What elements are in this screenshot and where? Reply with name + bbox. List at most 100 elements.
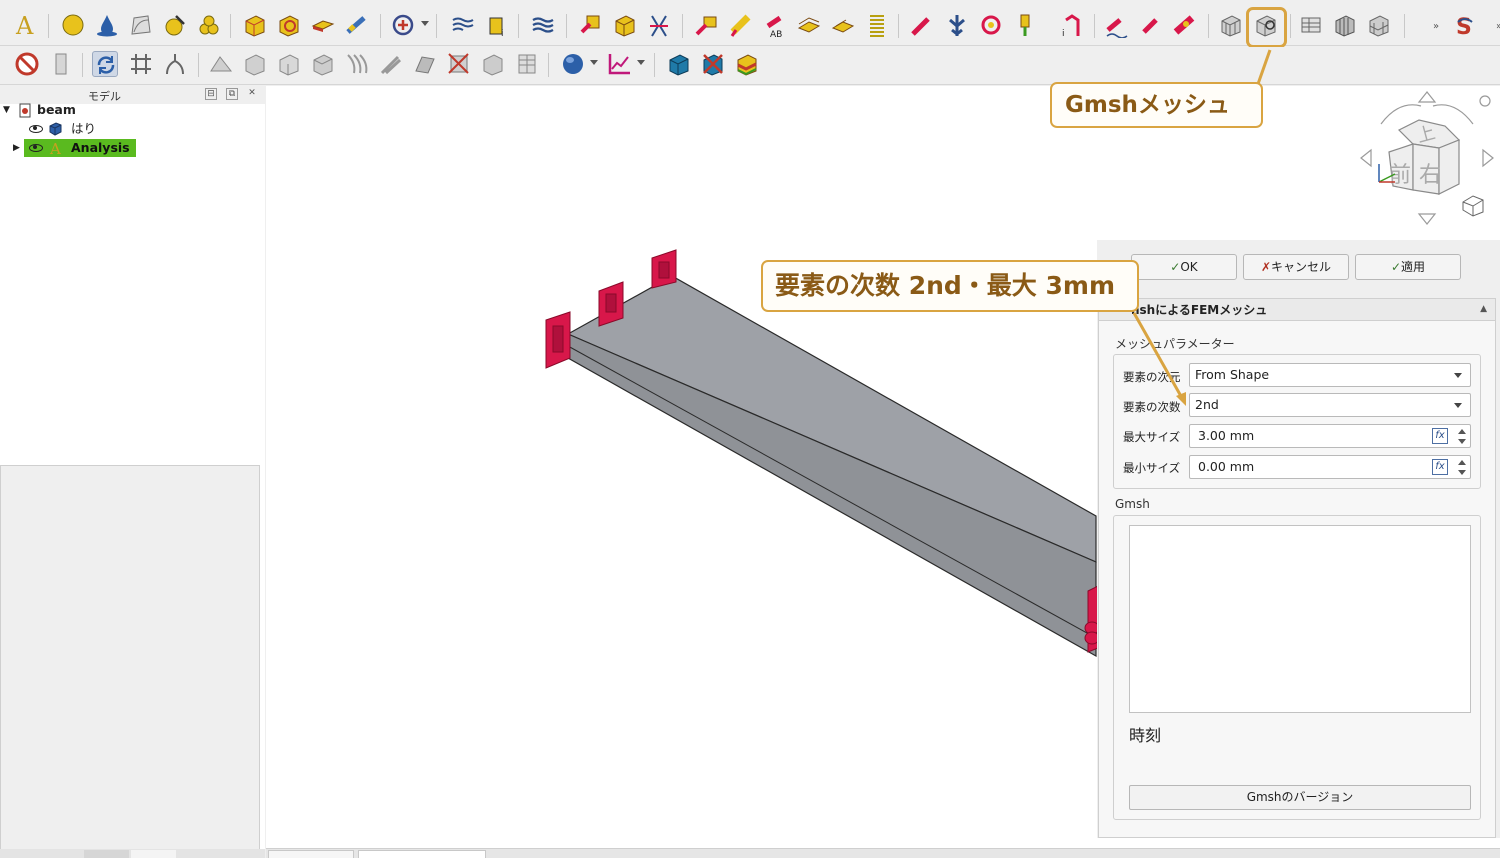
panel-float-icon[interactable]: ⊟ — [205, 88, 217, 100]
constraint-initialtemp-icon[interactable]: i — [1058, 12, 1084, 38]
post-glyph-icon[interactable] — [446, 51, 472, 77]
spin-up-icon[interactable] — [1458, 429, 1466, 434]
navigation-cube[interactable]: 上 前 右 — [1359, 90, 1499, 230]
refresh-icon[interactable] — [92, 51, 118, 77]
collapse-arrow-icon[interactable]: ▶ — [13, 139, 20, 157]
model-tree-title: モデル — [88, 90, 121, 103]
toolbar-overflow-right-icon[interactable]: » — [1487, 12, 1500, 38]
constraint-fixed-icon[interactable] — [578, 12, 604, 38]
plot-icon[interactable] — [606, 51, 632, 77]
branch-icon[interactable] — [162, 51, 188, 77]
analysis-icon: A — [49, 140, 61, 156]
mesh-netgen-icon[interactable] — [1218, 12, 1244, 38]
post-plane-icon[interactable] — [412, 51, 438, 77]
material-reinforced-icon[interactable] — [196, 12, 222, 38]
post-line-icon[interactable] — [378, 51, 404, 77]
min-size-label: 最小サイズ — [1123, 461, 1181, 475]
stop-icon[interactable] — [14, 51, 40, 77]
material-solid-icon[interactable] — [60, 12, 86, 38]
post-contour-icon[interactable] — [480, 51, 506, 77]
constraint-bodyheat-icon[interactable] — [796, 12, 822, 38]
panel-close-icon[interactable]: ✕ — [246, 88, 258, 100]
mesh-boundary-icon[interactable] — [390, 12, 416, 38]
tab-tasks[interactable] — [131, 850, 176, 858]
solid-body-icon — [49, 122, 62, 136]
navcube-right-label: 右 — [1419, 163, 1441, 188]
tree-row-hari[interactable]: はり — [27, 120, 137, 138]
constraint-spring-icon[interactable] — [864, 12, 890, 38]
constraint-pressure-icon[interactable] — [728, 12, 754, 38]
constraint-electrostatic-icon[interactable] — [978, 12, 1004, 38]
constraint-tie-icon[interactable] — [830, 12, 856, 38]
collapse-section-icon[interactable]: ▲ — [1480, 304, 1487, 314]
spin-down-icon[interactable] — [1458, 470, 1466, 475]
analysis-container-icon[interactable]: A — [13, 12, 39, 38]
mesh-region-icon[interactable] — [1298, 12, 1324, 38]
gmsh-output-textarea[interactable] — [1129, 525, 1471, 713]
max-size-input[interactable]: 3.00 mm fx — [1189, 424, 1471, 448]
post-cut-icon[interactable] — [310, 51, 336, 77]
constraint-initial-icon[interactable]: i — [484, 12, 510, 38]
constraint-displacement-icon[interactable] — [612, 12, 638, 38]
element-rotation-icon[interactable] — [276, 12, 302, 38]
mesh-group-icon[interactable] — [1366, 12, 1392, 38]
apply-button[interactable]: ✓適用 — [1355, 254, 1461, 280]
post-scalar-clip-icon[interactable] — [276, 51, 302, 77]
expression-fx-icon[interactable]: fx — [1432, 459, 1448, 475]
tree-row-analysis[interactable]: ▶ A Analysis — [13, 139, 137, 157]
gmsh-mesh-section: nshによるFEMメッシュ ▲ メッシュパラメーター 要素の次元 From Sh… — [1098, 298, 1496, 838]
toggle-view-icon[interactable] — [48, 51, 74, 77]
tab-beam-document[interactable] — [358, 850, 486, 858]
spin-down-icon[interactable] — [1458, 439, 1466, 444]
solver-icon[interactable]: S — [1452, 12, 1478, 38]
gmsh-group-label: Gmsh — [1115, 497, 1150, 511]
constraint-heatflux-icon[interactable] — [944, 12, 970, 38]
post-warp-icon[interactable] — [242, 51, 268, 77]
tree-label-analysis: Analysis — [71, 140, 130, 155]
tab-fem-document[interactable] — [268, 850, 354, 858]
element-fluid-1d-icon[interactable] — [344, 12, 370, 38]
element-order-select[interactable]: 2nd — [1189, 393, 1471, 417]
material-fluid-icon[interactable] — [94, 12, 120, 38]
expand-arrow-icon[interactable]: ▼ — [3, 101, 10, 119]
visibility-eye-icon[interactable] — [29, 144, 43, 152]
material-editor-icon[interactable] — [162, 12, 188, 38]
result-show-icon[interactable] — [666, 51, 692, 77]
element-dimension-select[interactable]: From Shape — [1189, 363, 1471, 387]
ok-button[interactable]: ✓OK — [1131, 254, 1237, 280]
panel-undock-icon[interactable]: ⧉ — [226, 88, 238, 100]
constraint-pressure-fluid-icon[interactable] — [1104, 12, 1130, 38]
constraint-force-icon[interactable] — [694, 12, 720, 38]
constraint-contact-icon[interactable] — [646, 12, 672, 38]
element-order-label: 要素の次数 — [1123, 400, 1181, 414]
expression-fx-icon[interactable]: fx — [1432, 428, 1448, 444]
toolbar-overflow-icon[interactable]: » — [1424, 12, 1439, 38]
grid-icon[interactable] — [128, 51, 154, 77]
constraint-gas-icon[interactable] — [1138, 12, 1164, 38]
gmsh-version-button[interactable]: Gmshのバージョン — [1129, 785, 1471, 810]
post-region-clip-icon[interactable] — [344, 51, 370, 77]
post-pipeline-icon[interactable] — [208, 51, 234, 77]
callout-gmsh-mesh: Gmshメッシュ — [1050, 82, 1263, 128]
mesh-boundarylayer-icon[interactable] — [1332, 12, 1358, 38]
tab-model[interactable] — [84, 850, 129, 858]
constraint-flowvelocity-icon[interactable] — [1012, 12, 1038, 38]
result-purge-icon[interactable] — [700, 51, 726, 77]
min-size-input[interactable]: 0.00 mm fx — [1189, 455, 1471, 479]
spin-up-icon[interactable] — [1458, 460, 1466, 465]
element-geometry-2d-icon[interactable] — [310, 12, 336, 38]
constraint-temperature-icon[interactable] — [910, 12, 936, 38]
tree-label-beam: beam — [37, 102, 76, 117]
constraint-heat-icon[interactable] — [1172, 12, 1198, 38]
element-geometry-1d-icon[interactable] — [242, 12, 268, 38]
constraint-flow-icon[interactable] — [530, 12, 556, 38]
sphere-display-icon[interactable] — [560, 51, 586, 77]
cancel-button[interactable]: ✗キャンセル — [1243, 254, 1349, 280]
material-nonlinear-icon[interactable] — [128, 12, 154, 38]
constraint-selfweight-icon[interactable] — [450, 12, 476, 38]
constraint-centrif-icon[interactable]: AB — [762, 12, 788, 38]
post-table-icon[interactable] — [514, 51, 540, 77]
chevron-down-icon — [1454, 373, 1462, 378]
result-colormap-icon[interactable] — [734, 51, 760, 77]
visibility-eye-icon[interactable] — [29, 125, 43, 133]
